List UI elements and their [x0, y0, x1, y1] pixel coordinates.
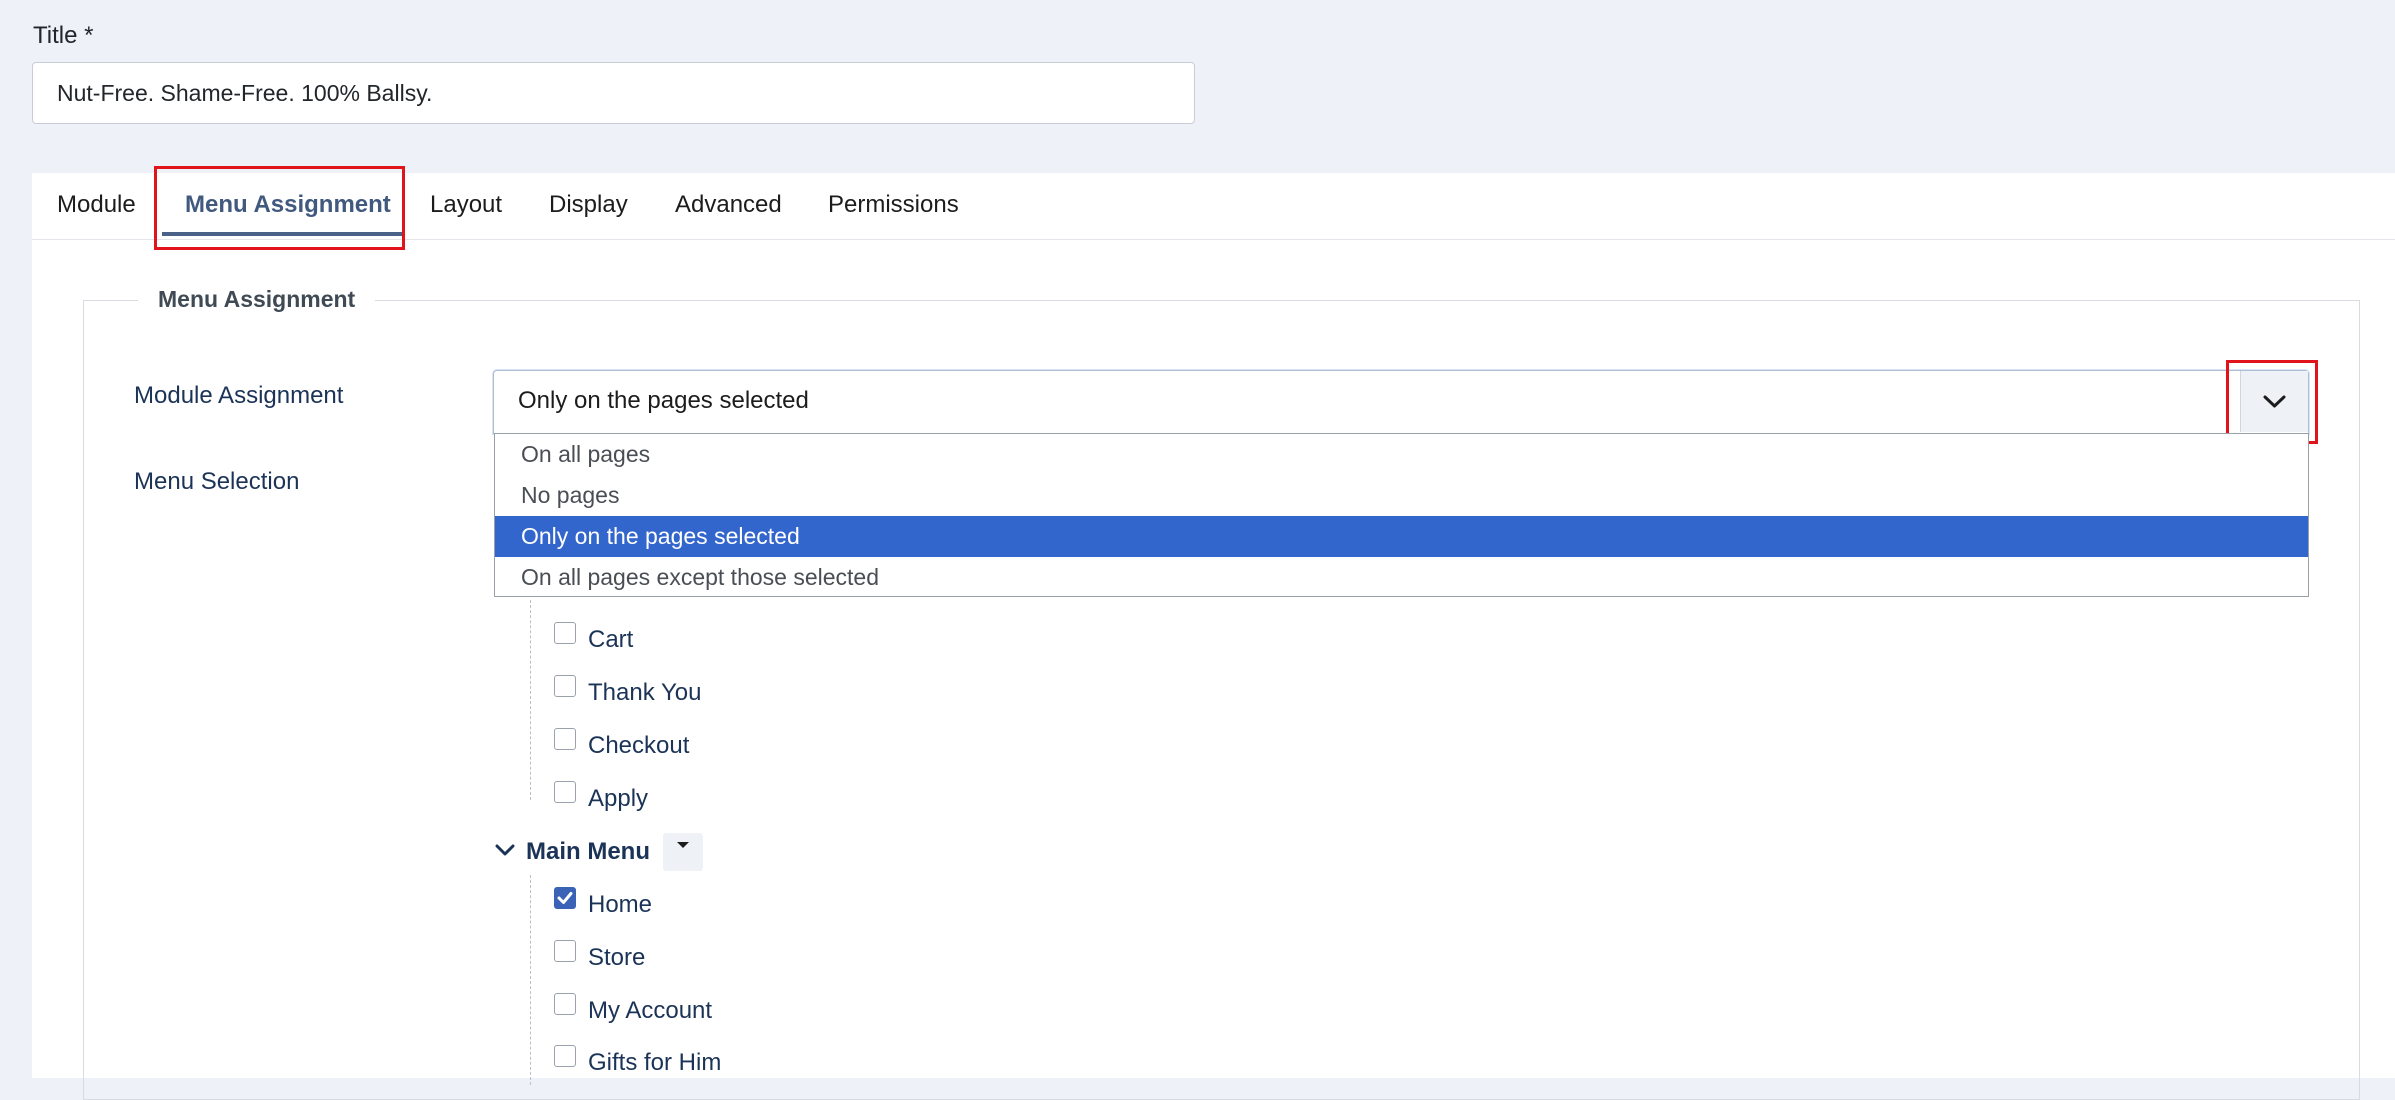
select-toggle-highlight-box: [2226, 360, 2318, 444]
menu-item-checkbox[interactable]: [554, 781, 576, 803]
dropdown-option[interactable]: On all pages: [495, 434, 2308, 475]
tree-guide-line: [530, 600, 531, 800]
module-assignment-label: Module Assignment: [134, 382, 344, 409]
dropdown-option-selected[interactable]: Only on the pages selected: [495, 516, 2308, 557]
tab-advanced[interactable]: Advanced: [675, 173, 782, 239]
menu-item-label: Apply: [588, 785, 649, 812]
caret-down-icon: [677, 842, 689, 848]
menu-item-label: Home: [588, 891, 653, 918]
menu-item-label: My Account: [588, 997, 713, 1024]
fieldset-legend: Menu Assignment: [138, 286, 376, 313]
menu-item-label: Cart: [588, 626, 634, 653]
tab-display[interactable]: Display: [549, 173, 628, 239]
checkmark-icon: [557, 892, 573, 904]
module-assignment-value: Only on the pages selected: [518, 387, 809, 414]
menu-item-checkbox[interactable]: [554, 940, 576, 962]
menu-item-label: Gifts for Him: [588, 1049, 722, 1076]
tab-module[interactable]: Module: [57, 173, 136, 239]
menu-item-label: Thank You: [588, 679, 702, 706]
menu-item-label: Checkout: [588, 732, 690, 759]
main-menu-heading: Main Menu: [526, 838, 650, 865]
tree-guide-line: [530, 875, 531, 1085]
title-label: Title *: [33, 22, 94, 49]
tab-permissions[interactable]: Permissions: [828, 173, 959, 239]
dropdown-option[interactable]: On all pages except those selected: [495, 557, 2308, 598]
menu-item-label: Store: [588, 944, 646, 971]
menu-selection-label: Menu Selection: [134, 468, 300, 495]
menu-item-checkbox[interactable]: [554, 675, 576, 697]
module-assignment-dropdown: On all pages No pages Only on the pages …: [494, 433, 2309, 597]
dropdown-option[interactable]: No pages: [495, 475, 2308, 516]
main-menu-collapse-toggle[interactable]: [493, 838, 517, 867]
title-input[interactable]: Nut-Free. Shame-Free. 100% Ballsy.: [32, 62, 1195, 124]
menu-item-checkbox[interactable]: [554, 622, 576, 644]
menu-item-checkbox[interactable]: [554, 1045, 576, 1067]
main-menu-options-button[interactable]: [663, 833, 703, 871]
menu-item-checkbox[interactable]: [554, 993, 576, 1015]
chevron-down-icon: [495, 844, 515, 856]
menu-item-checkbox-checked[interactable]: [554, 887, 576, 909]
tab-layout[interactable]: Layout: [430, 173, 502, 239]
tab-highlight-box: [154, 166, 405, 250]
menu-item-checkbox[interactable]: [554, 728, 576, 750]
